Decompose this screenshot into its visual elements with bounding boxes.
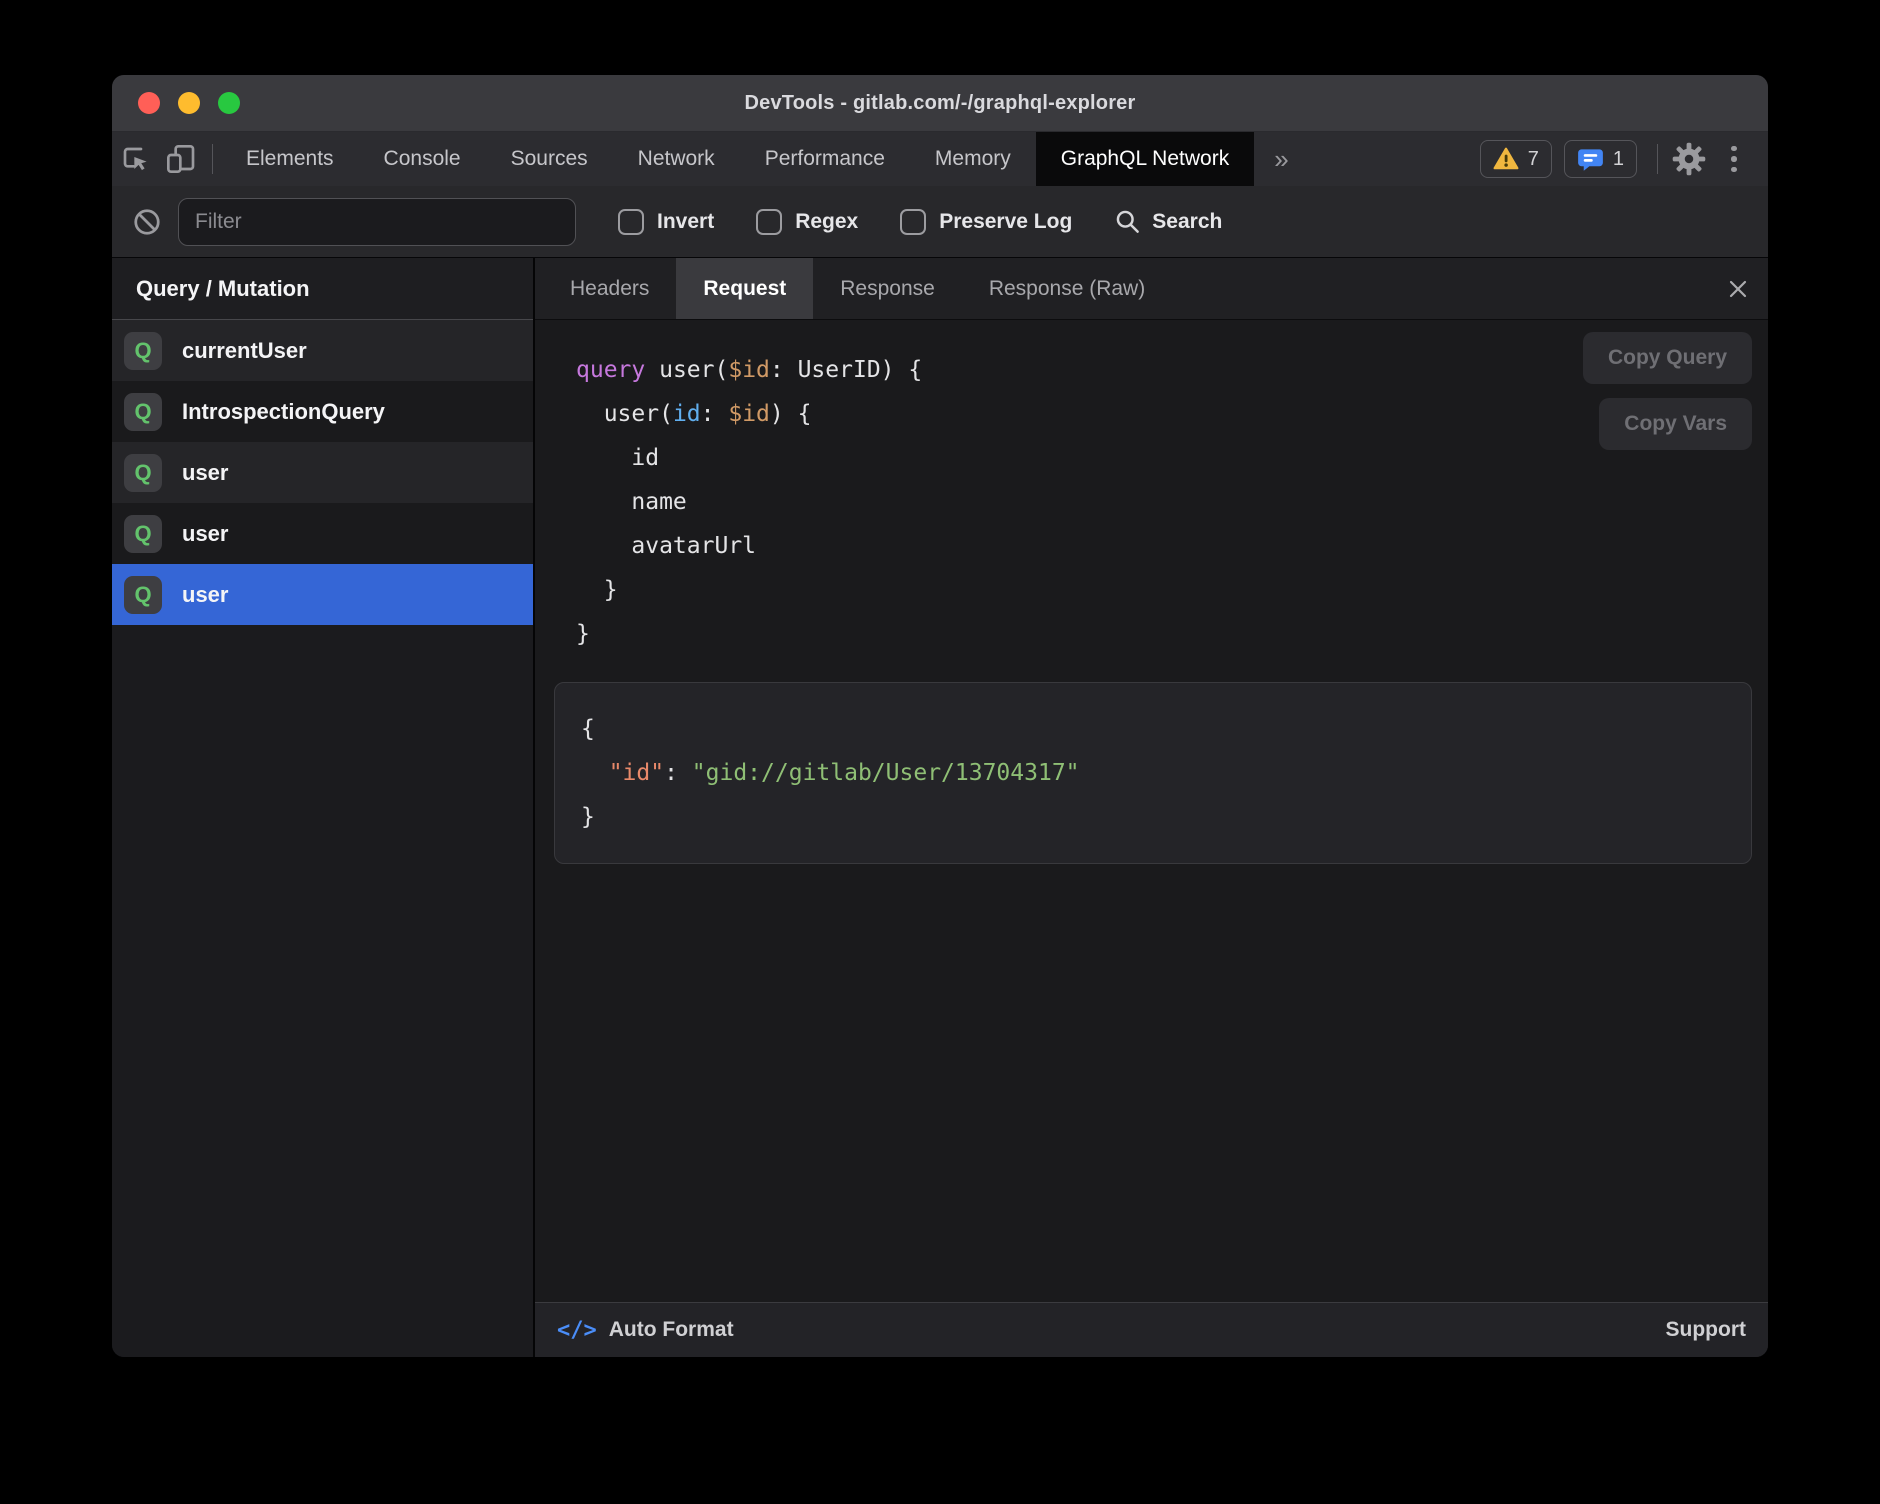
list-item-currentuser[interactable]: QcurrentUser [112, 320, 533, 381]
devtools-tabs: ElementsConsoleSourcesNetworkPerformance… [221, 132, 1254, 186]
checkbox-invert[interactable]: Invert [618, 209, 714, 235]
window-title: DevTools - gitlab.com/-/graphql-explorer [744, 92, 1135, 115]
detail-panel: HeadersRequestResponseResponse (Raw) que… [535, 258, 1768, 1357]
request-view: query user($id: UserID) { user(id: $id) … [535, 320, 1768, 1302]
devtools-tabbar: ElementsConsoleSourcesNetworkPerformance… [112, 132, 1768, 186]
message-icon [1577, 146, 1604, 173]
device-toolbar-icon [165, 143, 197, 175]
inspect-icon [119, 143, 151, 175]
copy-query-button[interactable]: Copy Query [1583, 332, 1752, 384]
tab-performance[interactable]: Performance [740, 132, 910, 186]
checkbox-label: Regex [795, 210, 858, 234]
support-link[interactable]: Support [1666, 1318, 1746, 1342]
close-icon [1726, 277, 1750, 301]
graphql-query-code: query user($id: UserID) { user(id: $id) … [554, 348, 1752, 656]
list-item-user[interactable]: Quser [112, 503, 533, 564]
minimize-window-button[interactable] [178, 92, 200, 114]
detail-tabbar: HeadersRequestResponseResponse (Raw) [535, 258, 1768, 320]
tab-graphql-network[interactable]: GraphQL Network [1036, 132, 1254, 186]
tab-console[interactable]: Console [359, 132, 486, 186]
query-name: user [182, 460, 228, 486]
tab-elements[interactable]: Elements [221, 132, 359, 186]
code-format-icon[interactable]: </> [557, 1318, 597, 1343]
query-list-header: Query / Mutation [112, 258, 533, 320]
checkbox-regex[interactable]: Regex [756, 209, 858, 235]
warnings-badge[interactable]: 7 [1480, 140, 1552, 178]
toolbar-divider [212, 144, 213, 174]
settings-button[interactable] [1666, 132, 1712, 186]
list-item-introspectionquery[interactable]: Q IntrospectionQuery [112, 381, 533, 442]
checkbox-label: Preserve Log [939, 210, 1072, 234]
toolbar-divider [1657, 144, 1658, 174]
close-window-button[interactable] [138, 92, 160, 114]
list-item-user[interactable]: Quser [112, 564, 533, 625]
copy-vars-button[interactable]: Copy Vars [1599, 398, 1752, 450]
tab-sources[interactable]: Sources [486, 132, 613, 186]
search-label: Search [1152, 210, 1222, 234]
search-icon [1114, 208, 1141, 235]
search-toggle[interactable]: Search [1114, 208, 1222, 235]
query-list-panel: Query / Mutation QcurrentUserQIntrospect… [112, 258, 535, 1357]
query-type-icon: Q [124, 515, 162, 553]
gear-icon [1672, 142, 1706, 176]
query-type-icon: Q [124, 576, 162, 614]
query-type-icon: Q [124, 393, 162, 431]
query-name: user [182, 521, 228, 547]
traffic-lights [138, 75, 240, 131]
clear-filter-button[interactable] [132, 207, 162, 237]
query-type-icon: Q [124, 332, 162, 370]
tab-network[interactable]: Network [613, 132, 740, 186]
detail-footer: </> Auto Format Support [535, 1302, 1768, 1357]
query-name: IntrospectionQuery [182, 399, 385, 425]
query-list: QcurrentUserQIntrospectionQueryQuserQuse… [112, 320, 533, 1357]
graphql-variables-box: { "id": "gid://gitlab/User/13704317"} [554, 682, 1752, 864]
more-options-button[interactable] [1712, 132, 1756, 186]
detail-tab-response-raw[interactable]: Response (Raw) [962, 258, 1172, 319]
checkbox-box[interactable] [900, 209, 926, 235]
checkbox-box[interactable] [756, 209, 782, 235]
close-detail-button[interactable] [1708, 258, 1768, 319]
auto-format-button[interactable]: Auto Format [609, 1318, 734, 1342]
zoom-window-button[interactable] [218, 92, 240, 114]
title-bar: DevTools - gitlab.com/-/graphql-explorer [112, 75, 1768, 132]
inspect-element-button[interactable] [112, 132, 158, 186]
filter-input[interactable] [178, 198, 576, 246]
warning-count: 7 [1528, 148, 1539, 171]
warning-icon [1493, 146, 1519, 172]
checkbox-preserve-log[interactable]: Preserve Log [900, 209, 1072, 235]
checkbox-box[interactable] [618, 209, 644, 235]
block-icon [132, 207, 162, 237]
devtools-window: DevTools - gitlab.com/-/graphql-explorer… [112, 75, 1768, 1357]
detail-tab-headers[interactable]: Headers [543, 258, 676, 319]
messages-badge[interactable]: 1 [1564, 140, 1637, 178]
tab-memory[interactable]: Memory [910, 132, 1036, 186]
toggle-device-toolbar-button[interactable] [158, 132, 204, 186]
checkbox-label: Invert [657, 210, 714, 234]
detail-tab-request[interactable]: Request [676, 258, 813, 319]
query-name: user [182, 582, 228, 608]
list-item-user[interactable]: Quser [112, 442, 533, 503]
message-count: 1 [1613, 148, 1624, 171]
detail-tab-response[interactable]: Response [813, 258, 962, 319]
filter-toolbar: Invert Regex Preserve Log Search [112, 186, 1768, 258]
query-type-icon: Q [124, 454, 162, 492]
more-tabs-button[interactable]: » [1254, 132, 1308, 186]
query-name: currentUser [182, 338, 307, 364]
main-split: Query / Mutation QcurrentUserQIntrospect… [112, 258, 1768, 1357]
